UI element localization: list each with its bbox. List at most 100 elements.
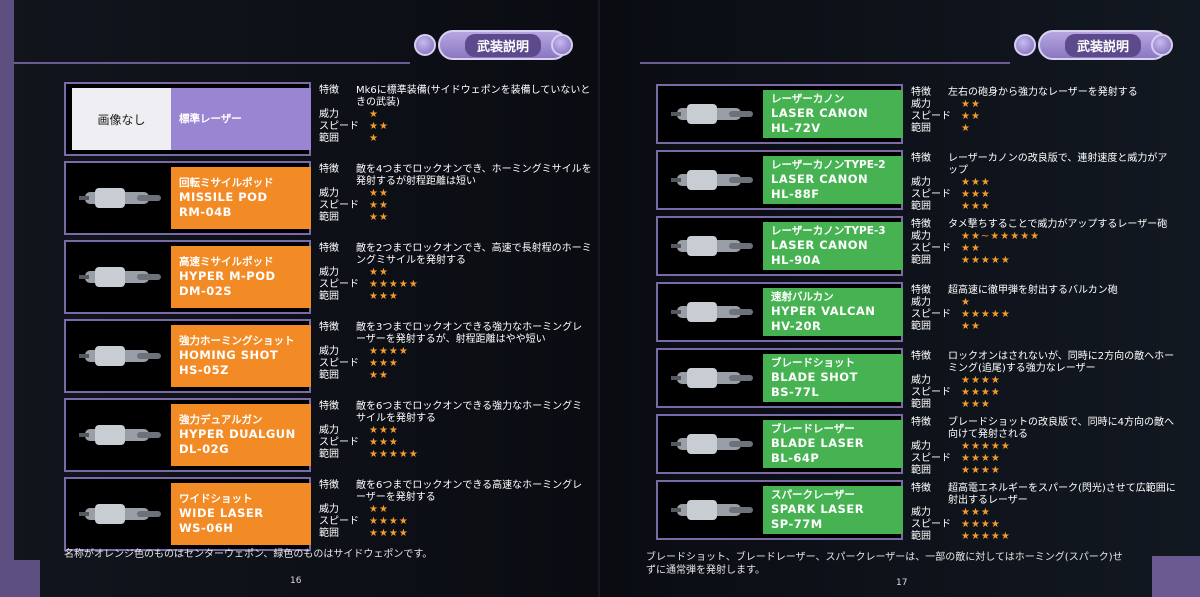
stat-row: 範囲 ★ — [911, 123, 1176, 135]
footer-note: ブレードショット、ブレードレーザー、スパークレーザーは、一部の敵に対してはホーミ… — [646, 552, 1123, 576]
stat-label: 範囲 — [911, 531, 931, 542]
stat-label: 威力 — [319, 109, 339, 120]
weapon-name-en: WIDE LASER — [179, 506, 264, 520]
feature-text: 超高電エネルギーをスパーク(閃光)させて広範囲に射出するレーザー — [948, 483, 1176, 506]
weapon-name-box: ブレードレーザー BLADE LASER BL-64P — [763, 420, 903, 468]
stat-stars: ★★★ — [961, 507, 991, 518]
feature-row: 特徴 タメ撃ちすることで威力がアップするレーザー砲 — [911, 219, 1176, 231]
weapon-name-box: ブレードショット BLADE SHOT BS-77L — [763, 354, 903, 402]
stat-stars: ★★ — [961, 111, 981, 122]
weapon-row: 回転ミサイルポッド MISSILE POD RM-04B 特徴 敵を4つまでロックオンで… — [64, 161, 592, 235]
weapon-description: 特徴 敵を4つまでロックオンでき、ホーミングミサイルを発射するが射程距離は短い 威力… — [319, 164, 592, 224]
stat-row: 威力 ★ — [911, 297, 1176, 309]
stat-label: 威力 — [319, 188, 339, 199]
weapon-name-jp: 回転ミサイルポッド — [179, 177, 274, 189]
row-frame: レーザーカノンTYPE-3 LASER CANON HL-90A — [656, 216, 903, 276]
feature-row: 特徴 左右の砲身から強力なレーザーを発射する — [911, 87, 1176, 99]
stat-stars: ★★★ — [961, 189, 991, 200]
stat-row: スピード ★★★★ — [911, 387, 1176, 399]
feature-row: 特徴 超高速に徹甲弾を射出するバルカン砲 — [911, 285, 1176, 297]
weapon-code: HL-72V — [771, 121, 821, 135]
weapon-name-jp: ワイドショット — [179, 493, 253, 505]
stat-row: 威力 ★★ — [319, 188, 592, 200]
section-header: 武装説明 — [1038, 30, 1168, 60]
weapon-table-right: レーザーカノン LASER CANON HL-72V 特徴 左右の砲身から強力なレーザー… — [656, 84, 1176, 546]
feature-label: 特徴 — [911, 483, 931, 494]
stat-stars: ★★★ — [369, 291, 399, 302]
weapon-image — [664, 354, 763, 402]
weapon-row: 強力デュアルガン HYPER DUALGUN DL-02G 特徴 敵を6つまでロックオン… — [64, 398, 592, 472]
header-dot-right — [551, 34, 573, 56]
stat-label: 威力 — [319, 267, 339, 278]
weapon-row: スパークレーザー SPARK LASER SP-77M 特徴 超高電エネルギーをスパーク… — [656, 480, 1176, 542]
weapon-description: 特徴 レーザーカノンの改良版で、連射速度と威力がアップ 威力 ★★★ スピード ★★★ 範囲… — [911, 153, 1176, 213]
stat-label: スピード — [319, 200, 359, 211]
stat-stars: ★★★★ — [369, 516, 409, 527]
feature-label: 特徴 — [319, 401, 339, 412]
stat-row: 範囲 ★★★★ — [911, 465, 1176, 477]
weapon-name-box: スパークレーザー SPARK LASER SP-77M — [763, 486, 903, 534]
stat-row: スピード ★★★★ — [319, 516, 592, 528]
feature-row: 特徴 Mk6に標準装備(サイドウェポンを装備していないときの武装) — [319, 85, 592, 109]
weapon-description: 特徴 敵を3つまでロックオンできる強力なホーミングレーザーを発射するが、射程距離は… — [319, 322, 592, 382]
stat-label: 威力 — [911, 297, 931, 308]
header-dot-right — [1151, 34, 1173, 56]
stat-row: 威力 ★★ — [911, 99, 1176, 111]
right-page: 武装説明 レーザーカノン LASER CANON HL-72V 特徴 左右の砲身から強力… — [600, 0, 1200, 597]
weapon-name-box: ワイドショット WIDE LASER WS-06H — [171, 483, 311, 545]
feature-text: タメ撃ちすることで威力がアップするレーザー砲 — [948, 219, 1168, 230]
stat-stars: ★★★★★ — [369, 449, 419, 460]
stat-row: スピード ★★ — [911, 111, 1176, 123]
weapon-description: 特徴 敵を6つまでロックオンできる強力なホーミングミサイルを発射する 威力 ★★★ スピ… — [319, 401, 592, 461]
weapon-name-box: レーザーカノンTYPE-2 LASER CANON HL-88F — [763, 156, 903, 204]
stat-stars: ★★★ — [961, 201, 991, 212]
stat-stars: ★★ — [961, 243, 981, 254]
page-number: 16 — [290, 576, 302, 586]
header-dot-left — [1014, 34, 1036, 56]
stat-label: 威力 — [319, 504, 339, 515]
weapon-name-jp: ブレードレーザー — [771, 423, 855, 435]
stat-stars: ★★★ — [961, 177, 991, 188]
row-frame: 速射バルカン HYPER VALCAN HV-20R — [656, 282, 903, 342]
weapon-description: 特徴 タメ撃ちすることで威力がアップするレーザー砲 威力 ★★~★★★★★ スピード ★★… — [911, 219, 1176, 267]
feature-label: 特徴 — [319, 480, 339, 491]
feature-text: ロックオンはされないが、同時に2方向の敵へホーミング(追尾)する強力なレーザー — [948, 351, 1175, 374]
weapon-name-jp: レーザーカノンTYPE-2 — [771, 159, 886, 171]
weapon-code: RM-04B — [179, 205, 232, 219]
stat-label: スピード — [319, 516, 359, 527]
weapon-name-box: 回転ミサイルポッド MISSILE POD RM-04B — [171, 167, 311, 229]
feature-row: 特徴 敵を4つまでロックオンでき、ホーミングミサイルを発射するが射程距離は短い — [319, 164, 592, 188]
stat-label: 範囲 — [911, 399, 931, 410]
feature-label: 特徴 — [319, 322, 339, 333]
stat-row: 範囲 ★★★★★ — [319, 449, 592, 461]
stat-row: 範囲 ★ — [319, 133, 592, 145]
feature-text: レーザーカノンの改良版で、連射速度と威力がアップ — [948, 153, 1168, 176]
stat-stars: ★★★ — [961, 399, 991, 410]
row-frame: 強力デュアルガン HYPER DUALGUN DL-02G — [64, 398, 311, 472]
feature-label: 特徴 — [319, 85, 339, 96]
stat-label: 範囲 — [911, 201, 931, 212]
stat-label: 範囲 — [319, 370, 339, 381]
weapon-code: HL-90A — [771, 253, 821, 267]
stat-row: スピード ★★★ — [319, 437, 592, 449]
row-frame: ワイドショット WIDE LASER WS-06H — [64, 477, 311, 551]
weapon-name-en: BLADE LASER — [771, 436, 865, 450]
no-image-label: 画像なし — [97, 112, 146, 127]
stat-label: 範囲 — [319, 133, 339, 144]
stat-stars: ★ — [369, 109, 379, 120]
feature-row: 特徴 敵を6つまでロックオンできる強力なホーミングミサイルを発射する — [319, 401, 592, 425]
feature-text: 敵を3つまでロックオンできる強力なホーミングレーザーを発射するが、射程距離はやや… — [356, 322, 583, 345]
weapon-name-box: 標準レーザー — [171, 88, 311, 150]
bottom-left-block — [0, 560, 40, 597]
stat-stars: ★★★★★ — [961, 531, 1011, 542]
feature-text: Mk6に標準装備(サイドウェポンを装備していないときの武装) — [356, 85, 591, 108]
feature-label: 特徴 — [911, 351, 931, 362]
stat-label: スピード — [319, 358, 359, 369]
header-rule — [640, 62, 1010, 64]
stat-stars: ★★ — [369, 121, 389, 132]
weapon-code: HS-05Z — [179, 363, 230, 377]
weapon-table-left: 画像なし 標準レーザー 特徴 Mk6に標準装備(サイドウェポンを装備していないときの武… — [64, 82, 592, 551]
stat-row: スピード ★★ — [319, 200, 592, 212]
bottom-right-block — [1152, 556, 1200, 597]
feature-label: 特徴 — [911, 87, 931, 98]
